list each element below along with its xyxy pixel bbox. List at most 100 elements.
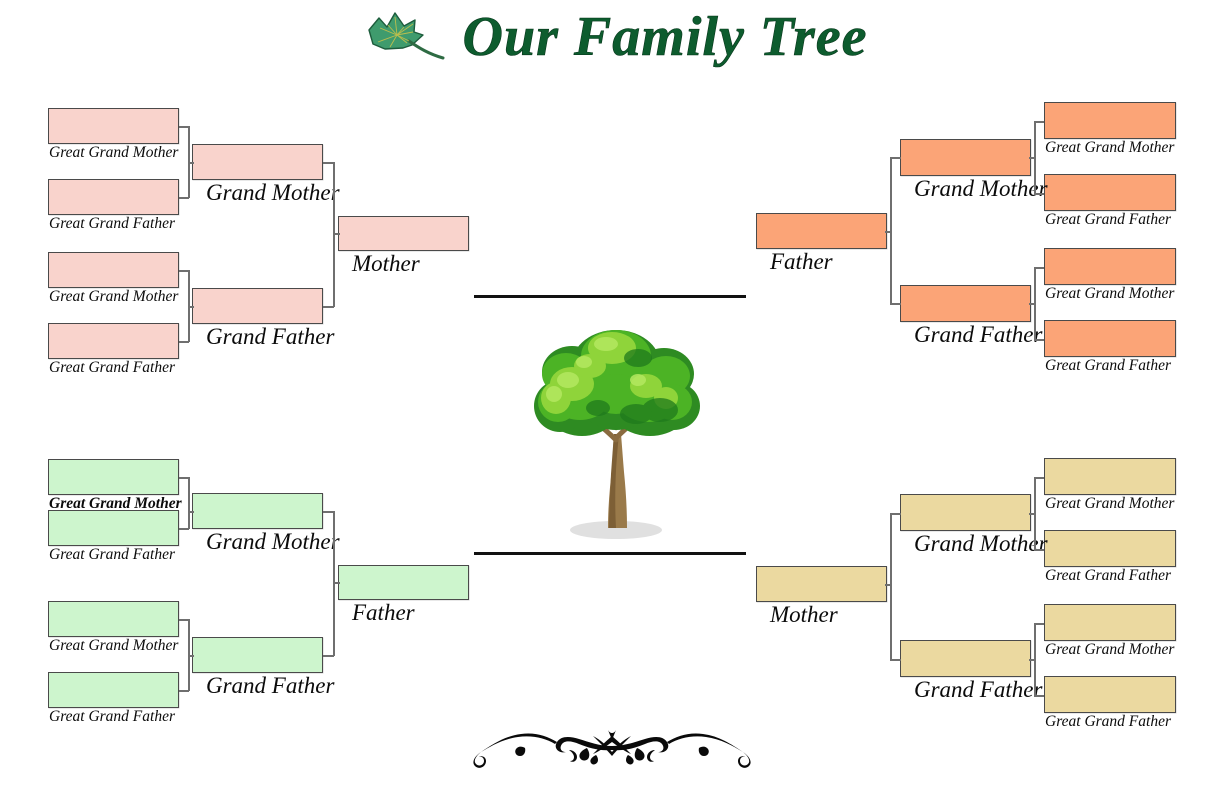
connector (188, 655, 194, 657)
node-label: Grand Mother (206, 180, 340, 205)
node-label: Great Grand Father (1045, 211, 1171, 228)
node-box[interactable] (1044, 530, 1176, 567)
node-box[interactable] (48, 510, 179, 546)
divider-top (474, 295, 746, 298)
node-box[interactable] (1044, 320, 1176, 357)
node-great-grand-mother[interactable]: Great Grand Mother (1044, 604, 1176, 658)
node-box[interactable] (48, 252, 179, 288)
node-box[interactable] (900, 640, 1031, 677)
connector (890, 513, 901, 515)
node-box[interactable] (900, 285, 1031, 322)
node-great-grand-father[interactable]: Great Grand Father (48, 672, 179, 725)
node-label: Great Grand Father (1045, 357, 1171, 374)
node-label: Grand Mother (914, 176, 1048, 201)
node-great-grand-father[interactable]: Great Grand Father (48, 323, 179, 376)
node-box[interactable] (192, 288, 323, 324)
node-great-grand-father[interactable]: Great Grand Father (1044, 676, 1176, 730)
connector (890, 157, 901, 159)
node-box[interactable] (1044, 174, 1176, 211)
node-great-grand-mother[interactable]: Great Grand Mother (48, 252, 179, 305)
node-box[interactable] (48, 179, 179, 215)
node-great-grand-father[interactable]: Great Grand Father (1044, 530, 1176, 584)
node-label: Great Grand Mother (49, 144, 179, 161)
family-tree-canvas: Our Family Tree Great Grand Mother Great… (0, 0, 1224, 792)
page-title: Our Family Tree (462, 6, 868, 68)
node-great-grand-father[interactable]: Great Grand Father (48, 179, 179, 232)
leaf-icon (367, 12, 445, 60)
page-header: Our Family Tree (0, 8, 1224, 66)
node-box[interactable] (192, 493, 323, 529)
node-father[interactable]: Father (756, 213, 887, 274)
connector (1029, 157, 1035, 159)
node-label: Father (352, 600, 415, 625)
node-great-grand-mother[interactable]: Great Grand Mother (1044, 102, 1176, 156)
node-label: Great Grand Father (49, 359, 175, 376)
node-box[interactable] (900, 494, 1031, 531)
node-grand-mother[interactable]: Grand Mother (192, 144, 340, 205)
connector (885, 584, 892, 586)
node-label: Grand Father (206, 673, 335, 698)
node-label: Grand Father (914, 322, 1043, 347)
connector (188, 162, 194, 164)
node-label: Great Grand Father (1045, 713, 1171, 730)
node-grand-father[interactable]: Grand Father (900, 640, 1043, 702)
connector (1029, 659, 1035, 661)
node-label: Great Grand Mother (1045, 495, 1175, 512)
node-box[interactable] (1044, 102, 1176, 139)
node-box[interactable] (192, 144, 323, 180)
node-label: Great Grand Father (49, 215, 175, 232)
node-grand-mother[interactable]: Grand Mother (900, 494, 1048, 556)
connector (890, 303, 901, 305)
node-great-grand-father[interactable]: Great Grand Father (1044, 174, 1176, 228)
connector (1029, 303, 1035, 305)
connector (188, 306, 194, 308)
node-box[interactable] (48, 672, 179, 708)
node-grand-father[interactable]: Grand Father (192, 637, 335, 698)
node-box[interactable] (48, 459, 179, 495)
connector (188, 477, 190, 529)
node-great-grand-father[interactable]: Great Grand Father (48, 510, 179, 563)
node-great-grand-mother[interactable]: Great Grand Mother (48, 108, 179, 161)
node-label: Grand Father (914, 677, 1043, 702)
node-label: Great Grand Mother (49, 288, 179, 305)
node-box[interactable] (48, 108, 179, 144)
node-label: Great Grand Mother (1045, 641, 1175, 658)
node-label: Mother (770, 602, 838, 627)
node-mother[interactable]: Mother (338, 216, 469, 276)
connector (890, 659, 901, 661)
connector (890, 513, 892, 660)
node-box[interactable] (1044, 676, 1176, 713)
node-great-grand-mother[interactable]: Great Grand Mother (1044, 248, 1176, 302)
decorative-flourish-ornament (473, 730, 751, 768)
node-box[interactable] (48, 323, 179, 359)
connector (333, 233, 340, 235)
node-box[interactable] (1044, 458, 1176, 495)
node-great-grand-mother[interactable]: Great Grand Mother (1044, 458, 1176, 512)
node-box[interactable] (900, 139, 1031, 176)
node-box[interactable] (338, 565, 469, 600)
node-box[interactable] (48, 601, 179, 637)
node-label: Great Grand Mother (1045, 285, 1175, 302)
node-father[interactable]: Father (338, 565, 469, 625)
node-label: Grand Father (206, 324, 335, 349)
node-great-grand-father[interactable]: Great Grand Father (1044, 320, 1176, 374)
node-box[interactable] (1044, 248, 1176, 285)
node-label: Great Grand Father (49, 708, 175, 725)
node-grand-mother[interactable]: Grand Mother (900, 139, 1048, 201)
node-label: Mother (352, 251, 420, 276)
node-grand-mother[interactable]: Grand Mother (192, 493, 340, 554)
node-grand-father[interactable]: Grand Father (900, 285, 1043, 347)
node-box[interactable] (756, 566, 887, 602)
node-label: Great Grand Father (1045, 567, 1171, 584)
node-grand-father[interactable]: Grand Father (192, 288, 335, 349)
node-great-grand-mother[interactable]: Great Grand Mother (48, 459, 182, 512)
node-box[interactable] (1044, 604, 1176, 641)
node-great-grand-mother[interactable]: Great Grand Mother (48, 601, 179, 654)
node-box[interactable] (756, 213, 887, 249)
connector (333, 582, 340, 584)
node-box[interactable] (192, 637, 323, 673)
node-label: Grand Mother (914, 531, 1048, 556)
node-label: Great Grand Father (49, 546, 175, 563)
node-box[interactable] (338, 216, 469, 251)
node-mother[interactable]: Mother (756, 566, 887, 627)
